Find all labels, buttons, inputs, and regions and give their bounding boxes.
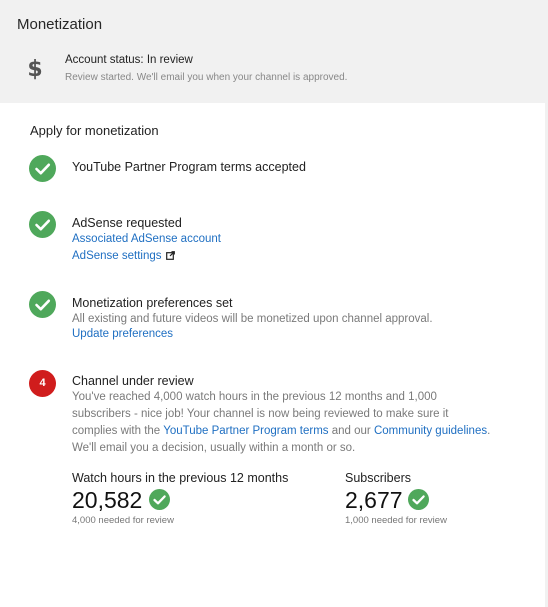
step-review-body: You've reached 4,000 watch hours in the … — [72, 389, 492, 457]
watch-hours-note: 4,000 needed for review — [72, 515, 174, 526]
page-title: Monetization — [17, 16, 103, 33]
community-guidelines-link[interactable]: Community guidelines — [374, 425, 487, 437]
apply-card: Apply for monetization YouTube Partner P… — [0, 103, 548, 607]
check-circle-icon — [29, 155, 56, 182]
account-status-detail: Review started. We'll email you when you… — [65, 72, 348, 83]
update-preferences-link[interactable]: Update preferences — [72, 328, 173, 340]
step-number-badge: 4 — [29, 370, 56, 397]
external-link-icon — [165, 251, 175, 261]
adsense-settings-link[interactable]: AdSense settings — [72, 250, 175, 262]
section-title: Apply for monetization — [30, 123, 159, 138]
svg-text:$: $ — [27, 57, 42, 81]
watch-hours-label: Watch hours in the previous 12 months — [72, 471, 289, 485]
check-circle-icon — [149, 489, 170, 510]
adsense-settings-label: AdSense settings — [72, 250, 162, 262]
step-review-title: Channel under review — [72, 374, 194, 388]
check-circle-icon — [408, 489, 429, 510]
account-status: Account status: In review — [65, 54, 193, 66]
subscribers-note: 1,000 needed for review — [345, 515, 447, 526]
check-circle-icon — [29, 211, 56, 238]
step-terms-title: YouTube Partner Program terms accepted — [72, 160, 306, 174]
monetization-header: Monetization $ Account status: In review… — [0, 0, 548, 103]
ypp-terms-link[interactable]: YouTube Partner Program terms — [163, 425, 328, 437]
subscribers-value: 2,677 — [345, 487, 403, 513]
dollar-icon: $ — [27, 57, 42, 81]
subscribers-label: Subscribers — [345, 471, 411, 485]
watch-hours-value: 20,582 — [72, 487, 143, 513]
check-circle-icon — [29, 291, 56, 318]
step-preferences-title: Monetization preferences set — [72, 296, 233, 310]
monetization-page: Monetization $ Account status: In review… — [0, 0, 548, 607]
associated-adsense-link[interactable]: Associated AdSense account — [72, 233, 221, 245]
review-text-part: and our — [328, 425, 374, 437]
step-preferences-body: All existing and future videos will be m… — [72, 313, 433, 325]
step-adsense-title: AdSense requested — [72, 216, 182, 230]
